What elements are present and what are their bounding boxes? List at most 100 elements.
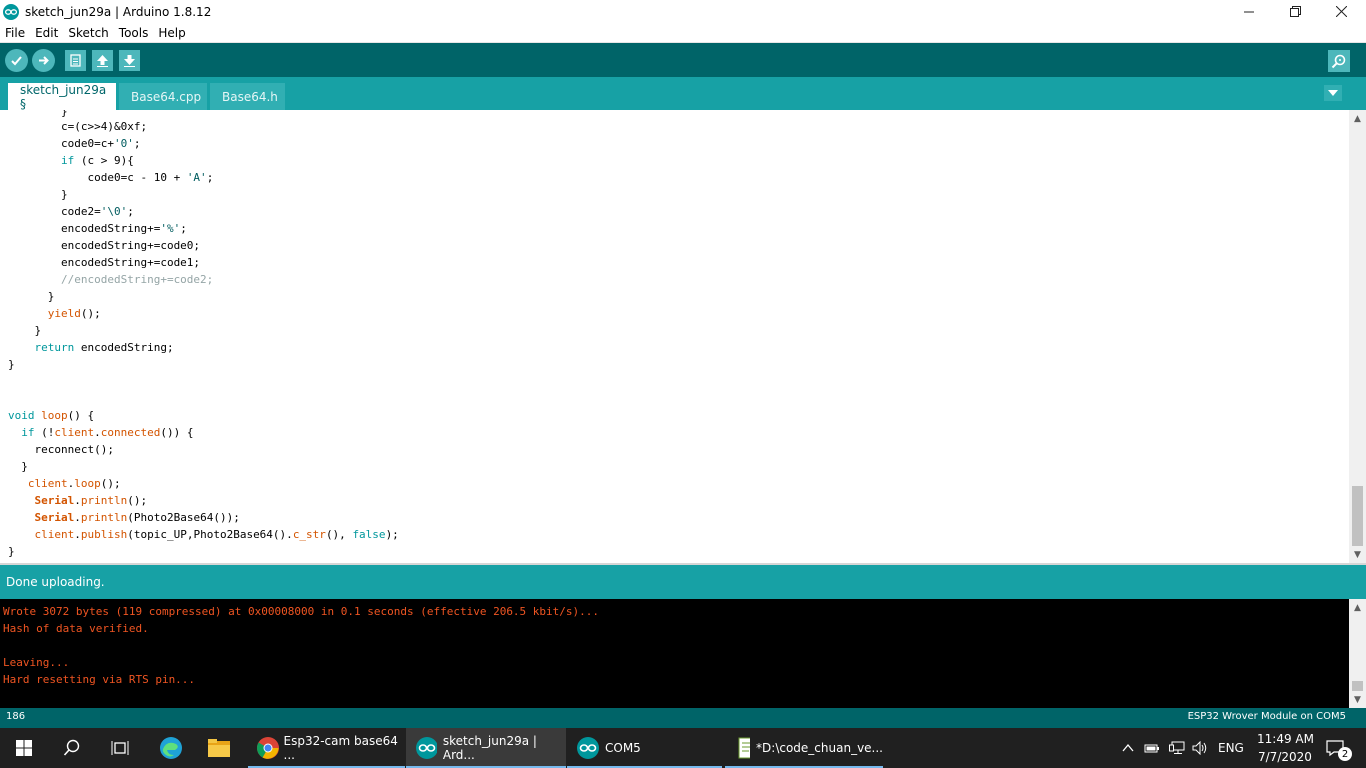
save-button[interactable]	[119, 50, 140, 71]
code-line: code0=c+'0';	[8, 137, 141, 150]
minimize-icon	[1244, 11, 1254, 12]
editor-scrollbar[interactable]: ▲ ▼	[1349, 110, 1366, 563]
arrow-up-icon	[97, 55, 108, 67]
tab-sketch[interactable]: sketch_jun29a §	[8, 83, 116, 111]
code-line: }	[8, 358, 15, 371]
code-editor[interactable]: } c=(c>>4)&0xf; code0=c+'0'; if (c > 9){…	[0, 110, 1349, 563]
arduino-logo-icon	[3, 3, 19, 20]
edge-browser-icon	[160, 737, 182, 759]
arrow-down-icon	[124, 55, 135, 67]
tab-bar: sketch_jun29a § Base64.cpp Base64.h	[0, 77, 1366, 111]
chevron-down-icon	[1328, 90, 1338, 96]
code-line: Serial.println();	[34, 494, 148, 507]
scroll-thumb[interactable]	[1352, 681, 1363, 691]
restore-icon	[1289, 6, 1301, 17]
minimize-button[interactable]	[1226, 0, 1272, 23]
arrow-right-icon	[39, 56, 49, 65]
console-line: Wrote 3072 bytes (119 compressed) at 0x0…	[3, 605, 600, 618]
chrome-icon	[257, 737, 279, 759]
console-line: Hard resetting via RTS pin...	[3, 673, 196, 686]
clock-date[interactable]: 7/7/2020	[1258, 750, 1312, 764]
code-line: reconnect();	[8, 443, 114, 456]
serial-monitor-button[interactable]	[1328, 50, 1350, 72]
taskbar: Esp32-cam base64 ... sketch_jun29a | Ard…	[0, 728, 1366, 768]
checkmark-icon	[11, 56, 22, 66]
search-icon	[63, 739, 80, 756]
arduino-logo-icon	[416, 737, 437, 759]
taskbar-app-notepad[interactable]: *D:\code_chuan_ve...	[725, 728, 883, 768]
line-number: 186	[6, 711, 26, 722]
menu-sketch[interactable]: Sketch	[63, 26, 113, 40]
taskbar-app-label: Esp32-cam base64 ...	[283, 734, 398, 762]
taskbar-app-esp32[interactable]: Esp32-cam base64 ...	[248, 728, 405, 768]
code-line: c=(c>>4)&0xf;	[8, 120, 148, 133]
code-line: code0=c - 10 + 'A';	[8, 171, 214, 184]
network-button[interactable]	[1166, 728, 1188, 768]
scroll-up-icon[interactable]: ▲	[1349, 110, 1366, 127]
taskbar-app-arduino[interactable]: sketch_jun29a | Ard...	[406, 728, 566, 768]
folder-icon	[208, 739, 230, 757]
new-file-icon	[70, 54, 81, 67]
action-center-button[interactable]: 2	[1316, 728, 1356, 768]
tab-base64-h[interactable]: Base64.h	[210, 83, 285, 110]
code-line: encodedString+=code0;	[8, 239, 201, 252]
code-line: }	[8, 545, 15, 558]
upload-button[interactable]	[32, 49, 55, 72]
console-scrollbar[interactable]: ▲ ▼	[1349, 599, 1366, 708]
battery-icon	[1144, 744, 1159, 753]
verify-button[interactable]	[5, 49, 28, 72]
taskbar-app-com5[interactable]: COM5	[567, 728, 722, 768]
menu-file[interactable]: File	[0, 26, 30, 40]
menu-help[interactable]: Help	[153, 26, 190, 40]
scroll-down-icon[interactable]: ▼	[1349, 691, 1366, 708]
edge-button[interactable]	[148, 728, 194, 768]
start-button[interactable]	[0, 728, 48, 768]
title-bar: sketch_jun29a | Arduino 1.8.12	[0, 0, 1366, 23]
menu-tools[interactable]: Tools	[114, 26, 154, 40]
code-line: client.loop();	[27, 477, 121, 490]
speaker-icon	[1192, 741, 1207, 755]
maximize-button[interactable]	[1272, 0, 1318, 23]
scroll-up-icon[interactable]: ▲	[1349, 599, 1366, 616]
board-info: ESP32 Wrover Module on COM5	[1187, 711, 1346, 722]
code-line: encodedString+='%';	[8, 222, 187, 235]
menu-bar: File Edit Sketch Tools Help	[0, 23, 1366, 43]
toolbar	[0, 43, 1366, 77]
language-indicator[interactable]: ENG	[1218, 741, 1244, 755]
battery-button[interactable]	[1142, 728, 1162, 768]
code-line: if (c > 9){	[60, 154, 134, 167]
close-button[interactable]	[1318, 0, 1364, 23]
notification-badge: 2	[1338, 747, 1352, 761]
task-view-icon	[111, 741, 129, 755]
file-explorer-button[interactable]	[196, 728, 242, 768]
scroll-down-icon[interactable]: ▼	[1349, 546, 1366, 563]
code-line: yield();	[47, 307, 101, 320]
taskbar-app-label: COM5	[605, 741, 641, 755]
console-output[interactable]: Wrote 3072 bytes (119 compressed) at 0x0…	[0, 599, 1349, 708]
tab-menu-button[interactable]	[1324, 85, 1342, 101]
task-view-button[interactable]	[96, 728, 144, 768]
window-title: sketch_jun29a | Arduino 1.8.12	[25, 4, 212, 19]
magnifier-icon	[1331, 54, 1346, 69]
code-line: void loop() {	[8, 409, 95, 422]
code-line: Serial.println(Photo2Base64());	[34, 511, 240, 524]
code-line: return encodedString;	[34, 341, 174, 354]
code-line: if (!client.connected()) {	[21, 426, 194, 439]
show-hidden-icons-button[interactable]	[1118, 728, 1138, 768]
code-line: }	[8, 290, 55, 303]
code-line: }	[8, 324, 42, 337]
close-icon	[1335, 6, 1347, 17]
tab-base64-cpp[interactable]: Base64.cpp	[119, 83, 207, 110]
open-button[interactable]	[92, 50, 113, 71]
clock-time[interactable]: 11:49 AM	[1257, 732, 1314, 746]
code-line: //encodedString+=code2;	[8, 273, 214, 286]
code-line: encodedString+=code1;	[8, 256, 201, 269]
windows-logo-icon	[16, 740, 32, 756]
volume-button[interactable]	[1189, 728, 1211, 768]
code-line: client.publish(topic_UP,Photo2Base64().c…	[34, 528, 399, 541]
new-sketch-button[interactable]	[65, 50, 86, 71]
search-button[interactable]	[48, 728, 96, 768]
menu-edit[interactable]: Edit	[30, 26, 63, 40]
status-message: Done uploading.	[6, 575, 105, 589]
scroll-thumb[interactable]	[1352, 486, 1363, 546]
